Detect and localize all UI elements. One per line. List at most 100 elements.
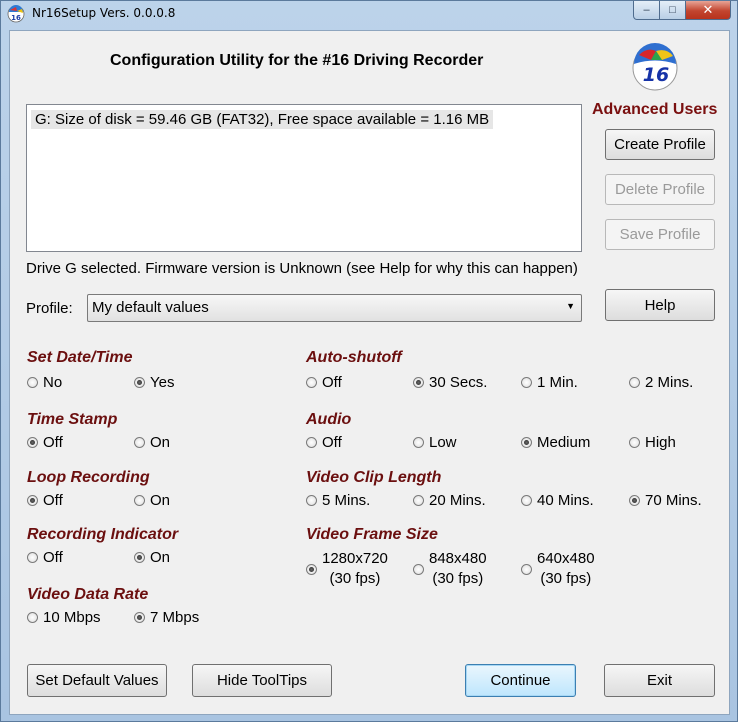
auto-shutoff-title: Auto-shutoff [306, 349, 402, 366]
radio-label: Off [322, 374, 342, 391]
dropdown-arrow-icon: ▼ [566, 301, 575, 311]
recording-indicator-radio-on[interactable]: On [134, 549, 170, 566]
radio-icon [413, 437, 424, 448]
radio-label: Yes [150, 374, 175, 391]
clip-length-radio-40[interactable]: 40 Mins. [521, 492, 594, 509]
radio-icon [134, 612, 145, 623]
radio-label: Off [43, 434, 63, 451]
radio-label: 2 Mins. [645, 374, 694, 391]
minimize-icon: – [643, 4, 650, 16]
radio-icon [134, 495, 145, 506]
profile-label: Profile: [26, 300, 73, 317]
hide-tooltips-button[interactable]: Hide ToolTips [192, 664, 332, 697]
window-title: Nr16Setup Vers. 0.0.0.8 [32, 6, 176, 20]
close-button[interactable]: ✕ [686, 1, 731, 20]
logo-text: 16 [643, 64, 669, 86]
video-data-rate-title: Video Data Rate [27, 586, 149, 603]
profile-select[interactable]: My default values ▼ [87, 294, 582, 322]
page-title: Configuration Utility for the #16 Drivin… [110, 52, 484, 69]
time-stamp-radio-off[interactable]: Off [27, 434, 63, 451]
frame-size-radio-1280[interactable]: 1280x720 (30 fps) [306, 549, 388, 589]
radio-label: On [150, 434, 171, 451]
set-datetime-radio-yes[interactable]: Yes [134, 374, 174, 391]
radio-icon [27, 552, 38, 563]
maximize-button[interactable]: □ [660, 1, 686, 20]
auto-shutoff-radio-1m[interactable]: 1 Min. [521, 374, 578, 391]
radio-icon [27, 495, 38, 506]
clip-length-radio-70[interactable]: 70 Mins. [629, 492, 702, 509]
frame-size-radio-640[interactable]: 640x480 (30 fps) [521, 549, 595, 589]
app-icon-text: 16 [11, 14, 21, 22]
radio-label: 40 Mins. [537, 492, 594, 509]
video-clip-length-title: Video Clip Length [306, 469, 442, 486]
radio-icon [27, 377, 38, 388]
auto-shutoff-radio-30s[interactable]: 30 Secs. [413, 374, 487, 391]
frame-size-resolution: 640x480 [537, 550, 595, 567]
recording-indicator-title: Recording Indicator [27, 526, 179, 543]
create-profile-button[interactable]: Create Profile [605, 129, 715, 160]
auto-shutoff-radio-off[interactable]: Off [306, 374, 342, 391]
radio-label: Low [429, 434, 457, 451]
loop-recording-title: Loop Recording [27, 469, 150, 486]
radio-label: 10 Mbps [43, 609, 101, 626]
radio-label: On [150, 549, 171, 566]
clip-length-radio-5[interactable]: 5 Mins. [306, 492, 370, 509]
radio-label: Medium [537, 434, 591, 451]
client-area: Configuration Utility for the #16 Drivin… [9, 30, 730, 715]
radio-label: 5 Mins. [322, 492, 371, 509]
audio-radio-high[interactable]: High [629, 434, 676, 451]
delete-profile-button[interactable]: Delete Profile [605, 174, 715, 205]
radio-label: Off [43, 549, 63, 566]
video-data-rate-radio-10[interactable]: 10 Mbps [27, 609, 101, 626]
frame-size-radio-848[interactable]: 848x480 (30 fps) [413, 549, 487, 589]
radio-icon [521, 563, 532, 575]
radio-label: 1280x720 (30 fps) [322, 549, 388, 589]
audio-radio-medium[interactable]: Medium [521, 434, 590, 451]
audio-radio-off[interactable]: Off [306, 434, 342, 451]
recording-indicator-radio-off[interactable]: Off [27, 549, 63, 566]
minimize-button[interactable]: – [633, 1, 660, 20]
set-default-values-button[interactable]: Set Default Values [27, 664, 167, 697]
radio-icon [27, 437, 38, 448]
title-bar[interactable]: 16 Nr16Setup Vers. 0.0.0.8 – □ ✕ [1, 1, 737, 27]
radio-icon [629, 437, 640, 448]
radio-icon [134, 552, 145, 563]
radio-icon [629, 377, 640, 388]
exit-button[interactable]: Exit [604, 664, 715, 697]
radio-label: No [43, 374, 63, 391]
audio-radio-low[interactable]: Low [413, 434, 457, 451]
loop-recording-radio-on[interactable]: On [134, 492, 170, 509]
radio-label: 70 Mins. [645, 492, 702, 509]
radio-icon [134, 437, 145, 448]
auto-shutoff-radio-2m[interactable]: 2 Mins. [629, 374, 693, 391]
maximize-icon: □ [669, 4, 676, 16]
time-stamp-title: Time Stamp [27, 411, 118, 428]
radio-icon [306, 437, 317, 448]
close-icon: ✕ [702, 2, 714, 17]
app-icon: 16 [7, 5, 25, 23]
radio-icon [306, 495, 317, 506]
app-window: 16 Nr16Setup Vers. 0.0.0.8 – □ ✕ Configu… [0, 0, 738, 722]
radio-icon [27, 612, 38, 623]
frame-size-fps: (30 fps) [329, 570, 381, 587]
radio-label: 1 Min. [537, 374, 578, 391]
video-data-rate-radio-7[interactable]: 7 Mbps [134, 609, 199, 626]
list-item[interactable]: G: Size of disk = 59.46 GB (FAT32), Free… [31, 110, 494, 129]
radio-label: 848x480 (30 fps) [429, 549, 487, 589]
frame-size-resolution: 1280x720 [322, 550, 388, 567]
profile-selected-value: My default values [92, 299, 209, 316]
loop-recording-radio-off[interactable]: Off [27, 492, 63, 509]
advanced-users-label: Advanced Users [592, 101, 718, 118]
radio-icon [521, 377, 532, 388]
continue-button[interactable]: Continue [465, 664, 576, 697]
radio-label: Off [322, 434, 342, 451]
set-datetime-radio-no[interactable]: No [27, 374, 62, 391]
time-stamp-radio-on[interactable]: On [134, 434, 170, 451]
radio-icon [306, 377, 317, 388]
drive-list[interactable]: G: Size of disk = 59.46 GB (FAT32), Free… [26, 104, 582, 252]
clip-length-radio-20[interactable]: 20 Mins. [413, 492, 486, 509]
help-button[interactable]: Help [605, 289, 715, 321]
save-profile-button[interactable]: Save Profile [605, 219, 715, 250]
audio-title: Audio [306, 411, 352, 428]
radio-label: On [150, 492, 171, 509]
